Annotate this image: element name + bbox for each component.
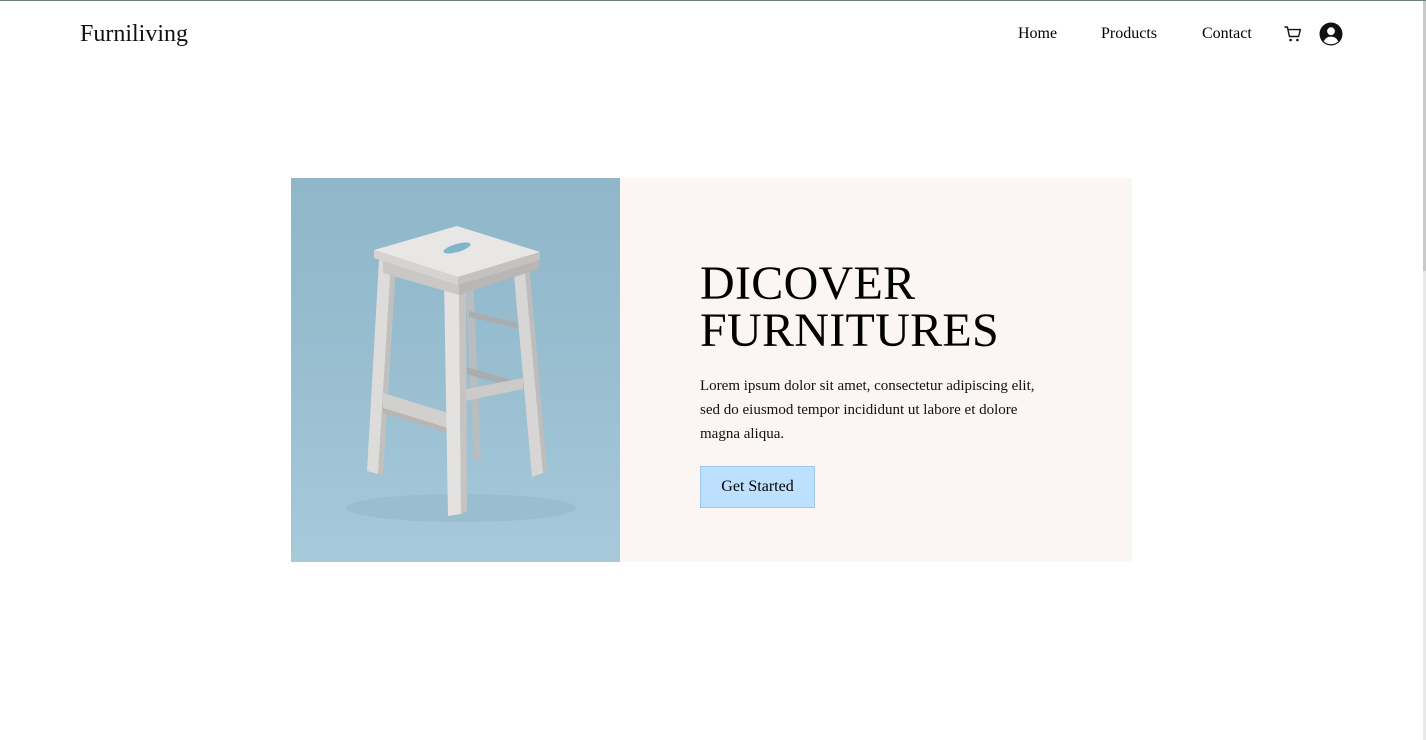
nav-products-link[interactable]: Products bbox=[1101, 24, 1157, 44]
stool-illustration bbox=[346, 226, 576, 522]
hero-title: DICOVER FURNITURES bbox=[700, 257, 1100, 357]
cart-button[interactable] bbox=[1284, 25, 1302, 43]
account-button[interactable] bbox=[1319, 22, 1343, 46]
nav-contact-link[interactable]: Contact bbox=[1202, 24, 1252, 44]
hero-title-line-2: FURNITURES bbox=[700, 304, 1000, 357]
hero-section: DICOVER FURNITURES Lorem ipsum dolor sit… bbox=[291, 178, 1132, 562]
page: Furniliving Home Products Contact DICOVE… bbox=[0, 0, 1426, 740]
hero-panel: DICOVER FURNITURES Lorem ipsum dolor sit… bbox=[620, 178, 1132, 562]
hero-title-line-1: DICOVER bbox=[700, 257, 916, 310]
get-started-button[interactable]: Get Started bbox=[700, 466, 815, 508]
nav-home-link[interactable]: Home bbox=[1018, 24, 1057, 44]
hero-description: Lorem ipsum dolor sit amet, consectetur … bbox=[700, 378, 1035, 442]
user-circle-icon bbox=[1319, 22, 1343, 46]
cart-icon bbox=[1284, 26, 1302, 42]
hero-stool-image bbox=[291, 178, 620, 562]
brand-logo[interactable]: Furniliving bbox=[80, 20, 188, 48]
